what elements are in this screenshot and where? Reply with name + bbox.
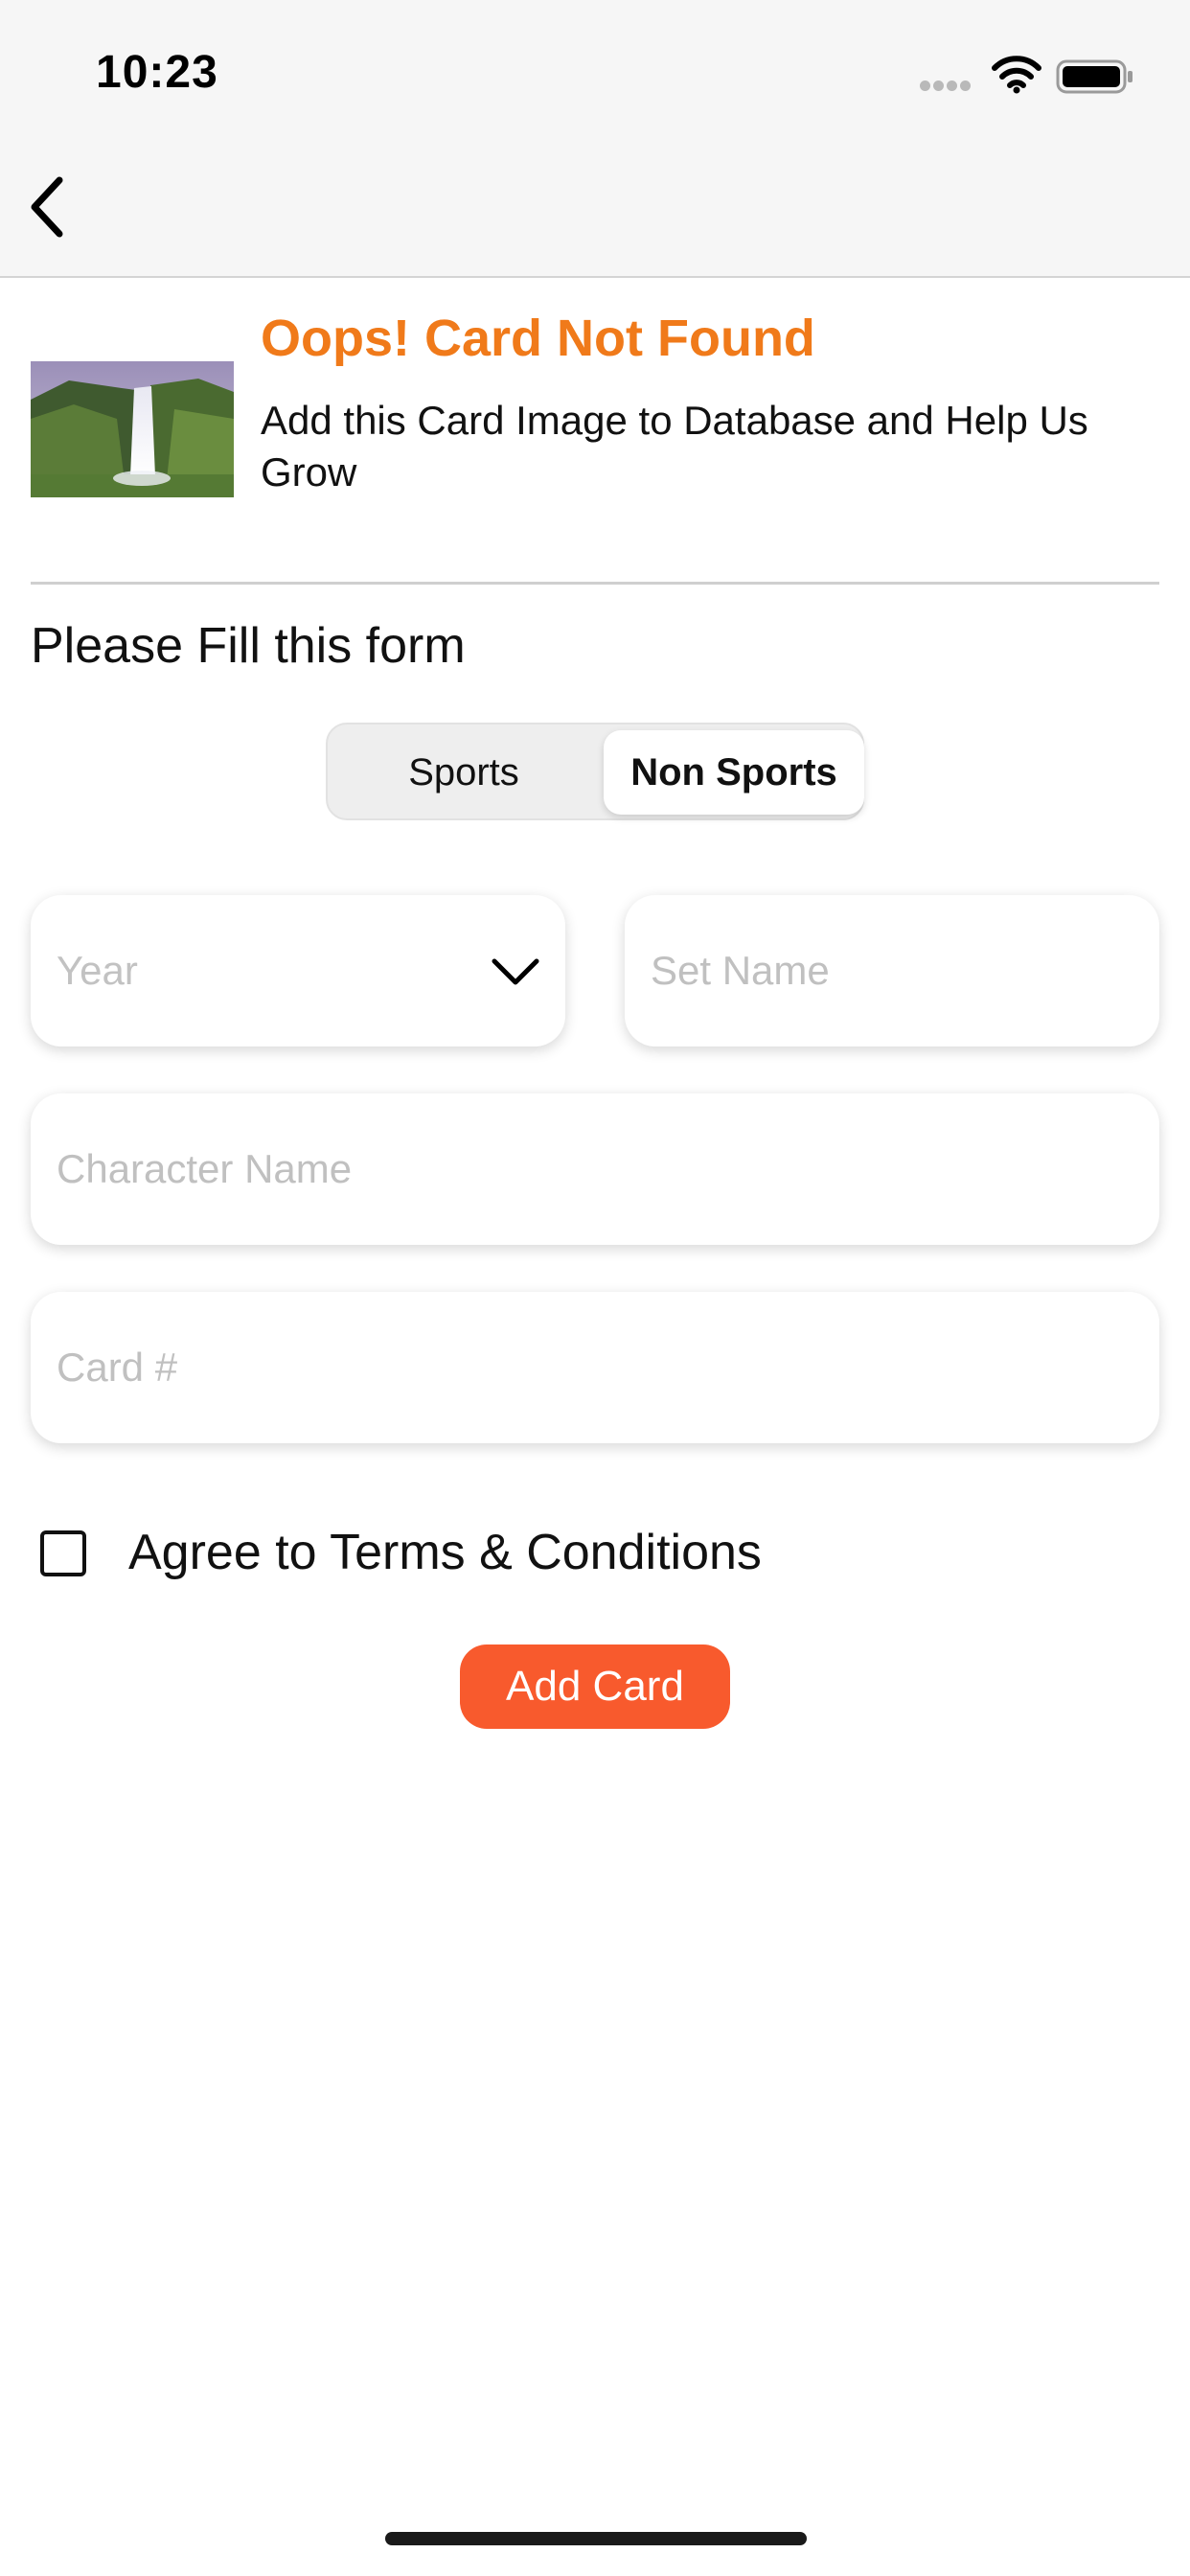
- terms-checkbox[interactable]: [40, 1530, 86, 1576]
- not-found-headline: Oops! Card Not Found: [261, 310, 815, 367]
- card-number-input[interactable]: [57, 1345, 1159, 1391]
- top-bar: 10:23: [0, 0, 1190, 278]
- home-indicator: [385, 2532, 807, 2545]
- year-placeholder: Year: [57, 948, 138, 993]
- set-name-field: [625, 895, 1159, 1046]
- form-title: Please Fill this form: [31, 618, 466, 674]
- battery-icon: [1056, 59, 1133, 94]
- set-name-input[interactable]: [651, 948, 1159, 994]
- not-found-message: Add this Card Image to Database and Help…: [261, 398, 1088, 494]
- back-button[interactable]: [17, 172, 75, 242]
- section-divider: [31, 582, 1159, 585]
- character-name-field: [31, 1093, 1159, 1245]
- signal-icon: [920, 80, 977, 92]
- year-dropdown[interactable]: Year: [31, 895, 565, 1046]
- chevron-down-icon: [492, 958, 539, 985]
- wifi-icon: [992, 56, 1041, 94]
- segment-sports[interactable]: Sports: [333, 730, 594, 815]
- add-card-button[interactable]: Add Card: [460, 1644, 730, 1729]
- segment-non-sports[interactable]: Non Sports: [604, 730, 864, 815]
- status-time: 10:23: [96, 47, 218, 98]
- terms-label: Agree to Terms & Conditions: [128, 1525, 762, 1580]
- chevron-left-icon: [31, 176, 63, 238]
- character-name-input[interactable]: [57, 1146, 1159, 1192]
- add-card-screen: 10:23 Oops! Card Not Found Add this Card…: [0, 0, 1190, 2576]
- card-image-thumbnail: [31, 361, 234, 497]
- card-number-field: [31, 1292, 1159, 1443]
- category-segmented-control: Sports Non Sports: [326, 723, 864, 820]
